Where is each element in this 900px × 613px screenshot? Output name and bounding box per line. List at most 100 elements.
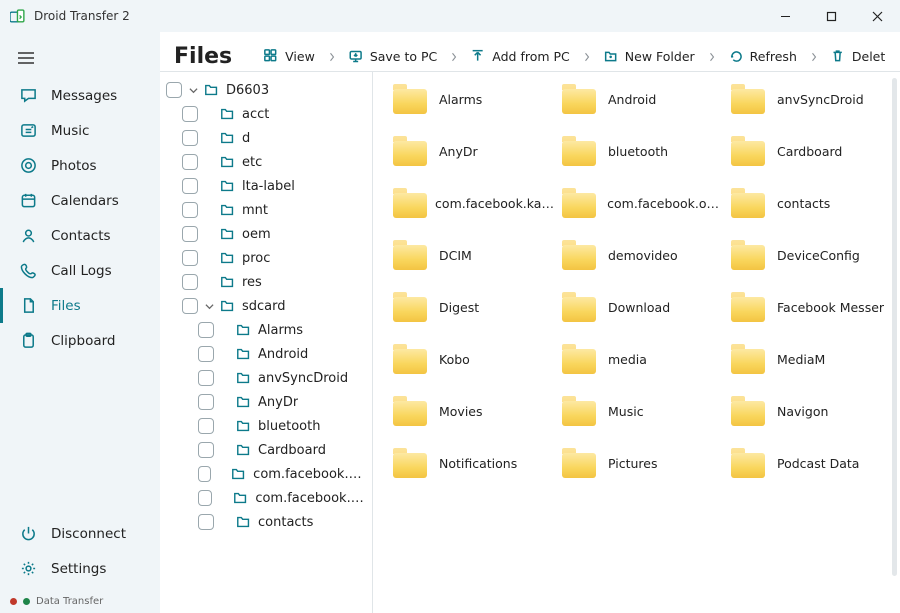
folder-item[interactable]: demovideo [562,240,723,270]
folder-item[interactable]: Navigon [731,396,892,426]
chat-icon [20,87,37,104]
folder-outline-icon [231,466,247,482]
delete-selection-button[interactable]: Delete Selection [827,44,886,69]
checkbox[interactable] [198,418,214,434]
tree-label: com.facebook.orca [255,491,365,506]
checkbox[interactable] [198,370,214,386]
tree-row[interactable]: Alarms [166,318,367,342]
tree-row[interactable]: Android [166,342,367,366]
folder-item[interactable]: Digest [393,292,554,322]
folder-item[interactable]: Movies [393,396,554,426]
checkbox[interactable] [182,106,198,122]
tree-row[interactable]: com.facebook.orca [166,486,367,510]
sidebar-item-call-logs[interactable]: Call Logs [0,253,160,288]
sidebar-item-clipboard[interactable]: Clipboard [0,323,160,358]
status-label: Data Transfer [36,596,103,607]
folder-item[interactable]: contacts [731,188,892,218]
close-button[interactable] [854,0,900,32]
checkbox[interactable] [198,490,212,506]
tree-row[interactable]: contacts [166,510,367,534]
minimize-button[interactable] [762,0,808,32]
checkbox[interactable] [182,178,198,194]
checkbox[interactable] [182,154,198,170]
folder-item[interactable]: AnyDr [393,136,554,166]
folder-item[interactable]: Music [562,396,723,426]
folder-item[interactable]: Notifications [393,448,554,478]
sidebar-item-music[interactable]: Music [0,113,160,148]
tree-row[interactable]: mnt [166,198,367,222]
chevron-down-icon[interactable] [188,86,198,95]
sidebar: MessagesMusicPhotosCalendars Contacts Call… [0,32,160,613]
tree-row[interactable]: proc [166,246,367,270]
folder-item[interactable]: Download [562,292,723,322]
tree-row[interactable]: res [166,270,367,294]
folder-item[interactable]: DCIM [393,240,554,270]
folder-label: Notifications [439,456,517,471]
checkbox[interactable] [182,130,198,146]
folder-item[interactable]: Podcast Data [731,448,892,478]
sidebar-item-contacts[interactable]: Contacts [0,218,160,253]
checkbox[interactable] [198,322,214,338]
sidebar-item-calendars[interactable]: Calendars [0,183,160,218]
folder-outline-icon [220,106,236,122]
checkbox[interactable] [182,250,198,266]
folder-item[interactable]: anvSyncDroid [731,84,892,114]
folder-item[interactable]: Pictures [562,448,723,478]
folder-item[interactable]: media [562,344,723,374]
new-folder-button[interactable]: New Folder [600,44,699,69]
folder-item[interactable]: com.facebook.katana [393,188,554,218]
sidebar-item-photos[interactable]: Photos [0,148,160,183]
checkbox[interactable] [182,274,198,290]
checkbox[interactable] [198,442,214,458]
sidebar-item-disconnect[interactable]: Disconnect [0,516,160,551]
folder-item[interactable]: com.facebook.orca [562,188,723,218]
save-to-pc-button[interactable]: Save to PC [345,44,441,69]
folder-icon [731,240,765,270]
menu-toggle-button[interactable] [0,42,160,78]
folder-label: Cardboard [777,144,842,159]
folder-item[interactable]: MediaM [731,344,892,374]
checkbox[interactable] [182,298,198,314]
folder-item[interactable]: bluetooth [562,136,723,166]
nav-item-label: Contacts [51,228,111,244]
folder-tree[interactable]: D6603acctdetclta-labelmntoemprocressdcar… [160,72,372,613]
tree-row[interactable]: acct [166,102,367,126]
folder-icon [393,136,427,166]
tree-row[interactable]: anvSyncDroid [166,366,367,390]
maximize-button[interactable] [808,0,854,32]
tree-row[interactable]: etc [166,150,367,174]
chevron-right-icon [325,52,339,62]
folder-icon [393,240,427,270]
tree-row[interactable]: com.facebook.katana [166,462,367,486]
tree-row[interactable]: sdcard [166,294,367,318]
checkbox[interactable] [198,394,214,410]
sidebar-item-settings[interactable]: Settings [0,551,160,586]
refresh-button[interactable]: Refresh [725,44,801,69]
folder-item[interactable]: Facebook Messer [731,292,892,322]
checkbox[interactable] [182,202,198,218]
checkbox[interactable] [198,514,214,530]
checkbox[interactable] [182,226,198,242]
sidebar-item-messages[interactable]: Messages [0,78,160,113]
tree-row[interactable]: AnyDr [166,390,367,414]
folder-outline-icon [220,298,236,314]
tree-row[interactable]: bluetooth [166,414,367,438]
folder-item[interactable]: Android [562,84,723,114]
folder-item[interactable]: DeviceConfig [731,240,892,270]
add-from-pc-button[interactable]: Add from PC [467,44,574,69]
tree-row[interactable]: Cardboard [166,438,367,462]
sidebar-item-files[interactable]: Files [0,288,160,323]
checkbox[interactable] [166,82,182,98]
tree-row[interactable]: D6603 [166,78,367,102]
tree-row[interactable]: oem [166,222,367,246]
folder-item[interactable]: Cardboard [731,136,892,166]
folder-grid-container[interactable]: Alarms Android anvSyncDroid AnyDr bluetooth C… [372,72,900,613]
checkbox[interactable] [198,346,214,362]
view-button[interactable]: View [260,44,319,69]
chevron-down-icon[interactable] [204,302,214,311]
folder-item[interactable]: Alarms [393,84,554,114]
tree-row[interactable]: lta-label [166,174,367,198]
checkbox[interactable] [198,466,211,482]
tree-row[interactable]: d [166,126,367,150]
folder-item[interactable]: Kobo [393,344,554,374]
